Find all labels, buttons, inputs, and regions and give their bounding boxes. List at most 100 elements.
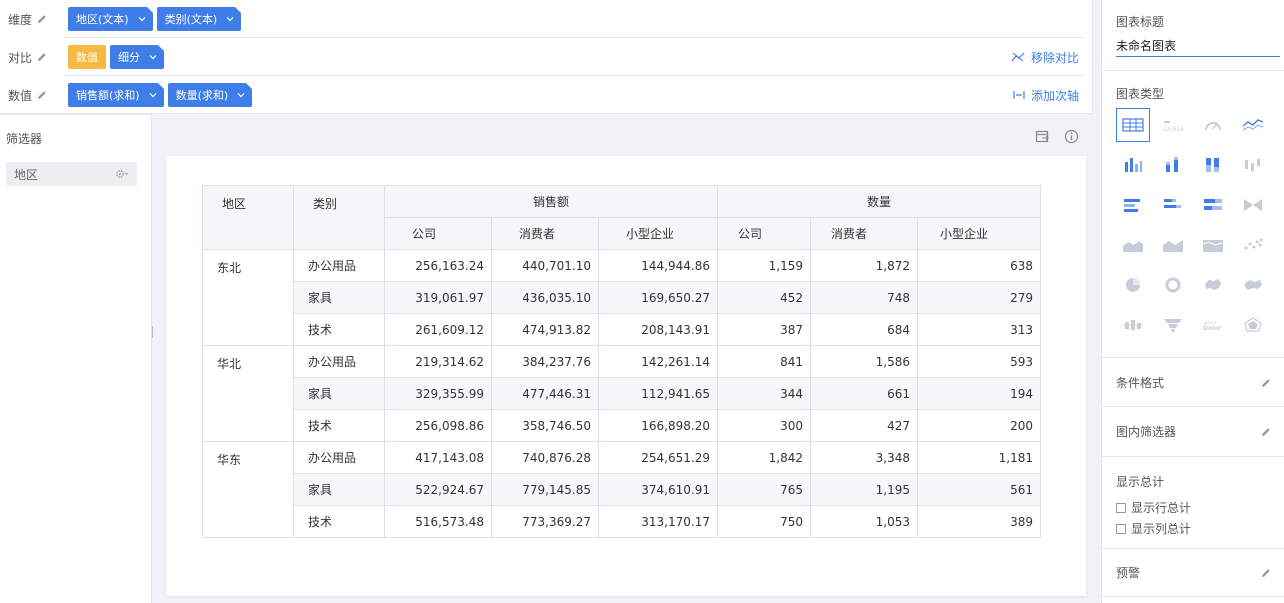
chart-title-label: 图表标题 <box>1116 15 1165 29</box>
inner-filter-row[interactable]: 图内筛选器 <box>1116 423 1272 440</box>
stacked-column-icon <box>1166 157 1178 172</box>
gear-icon[interactable] <box>115 168 129 180</box>
value-cell: 389 <box>917 505 1041 538</box>
chart-type-option[interactable] <box>1116 308 1150 342</box>
show-total-label: 显示总计 <box>1116 475 1165 489</box>
chip-region[interactable]: 地区(文本) <box>68 7 153 31</box>
remove-compare-label: 移除对比 <box>1030 50 1079 65</box>
value-cell: 384,237.76 <box>491 345 599 378</box>
checkbox[interactable] <box>1116 523 1126 534</box>
show-col-total-option[interactable]: 显示列总计 <box>1116 520 1191 537</box>
header-region: 地区 <box>202 185 294 250</box>
chip-quantity-sum[interactable]: 数量(求和) <box>167 83 253 107</box>
edit-pencil-icon[interactable] <box>1260 426 1272 438</box>
filter-item-region[interactable]: 地区 <box>6 162 137 186</box>
value-cell: 194 <box>917 377 1041 410</box>
value-cell: 779,145.85 <box>491 473 599 506</box>
value-cell: 684 <box>810 313 918 346</box>
chart-type-option[interactable] <box>1116 148 1150 182</box>
funnel-icon <box>1164 319 1182 332</box>
chip-sales-sum[interactable]: 销售额(求和) <box>68 83 164 107</box>
compare-row: 对比 数值 细分 移除对比 <box>0 38 1093 76</box>
value-cell: 1,842 <box>717 441 811 474</box>
chart-type-option[interactable] <box>1196 228 1230 262</box>
dimension-row: 维度 地区(文本) 类别(文本) <box>0 0 1093 38</box>
show-row-total-option[interactable]: 显示行总计 <box>1116 499 1191 516</box>
chart-type-option[interactable] <box>1116 228 1150 262</box>
value-cell: 1,195 <box>810 473 918 506</box>
filter-item-label: 地区 <box>14 167 39 182</box>
chart-type-option[interactable] <box>1156 268 1190 302</box>
table-row: 技术 261,609.12 474,913.82 208,143.91 387 684 31… <box>203 313 1041 346</box>
value-cell: 256,098.86 <box>384 409 492 442</box>
chart-type-option[interactable] <box>1236 148 1270 182</box>
checkbox[interactable] <box>1116 502 1126 513</box>
header-sub: 公司 <box>717 217 811 250</box>
chart-type-option[interactable] <box>1156 188 1190 222</box>
chart-type-option[interactable] <box>1196 108 1230 142</box>
chart-type-option[interactable] <box>1236 268 1270 302</box>
chip-label: 数值 <box>76 51 98 64</box>
chart-type-option[interactable] <box>1116 268 1150 302</box>
table-row: 华东 办公用品 417,143.08 740,876.28 254,651.29 1,84… <box>202 441 1041 538</box>
chip-category[interactable]: 类别(文本) <box>156 7 242 31</box>
edit-pencil-icon[interactable] <box>36 13 48 25</box>
measure-label-wrap: 数值 <box>8 87 48 104</box>
header-sub: 消费者 <box>491 217 599 250</box>
chip-values[interactable]: 数值 <box>68 45 106 69</box>
edit-pencil-icon[interactable] <box>1260 567 1272 579</box>
bar-icon <box>1124 199 1140 212</box>
chart-type-option[interactable] <box>1196 268 1230 302</box>
chip-segment[interactable]: 细分 <box>110 45 164 69</box>
percent-bar-icon <box>1204 199 1222 210</box>
header-sub: 小型企业 <box>917 217 1041 250</box>
value-cell: 765 <box>717 473 811 506</box>
chart-type-option[interactable] <box>1236 108 1270 142</box>
conditional-format-row[interactable]: 条件格式 <box>1116 374 1272 391</box>
export-icon[interactable] <box>1035 129 1050 144</box>
chart-type-option[interactable] <box>1156 308 1190 342</box>
add-secondary-axis-button[interactable]: 添加次轴 <box>1013 87 1079 104</box>
pivot-table: 地区 类别 销售额 数量 公司 消费者 小型企业 公司 消费者 小型企业 东北办… <box>202 185 1041 538</box>
category-cell: 办公用品 <box>293 345 385 378</box>
chart-type-option[interactable] <box>1116 108 1150 142</box>
value-cell: 344 <box>717 377 811 410</box>
chart-type-option[interactable] <box>1196 188 1230 222</box>
table-card: 地区 类别 销售额 数量 公司 消费者 小型企业 公司 消费者 小型企业 东北办… <box>166 156 1086 596</box>
kpi-number-icon: 12,614 <box>1163 121 1184 133</box>
edit-pencil-icon[interactable] <box>36 51 48 63</box>
chart-type-option[interactable] <box>1156 228 1190 262</box>
alert-row[interactable]: 预警 <box>1116 564 1272 581</box>
value-cell: 374,610.91 <box>598 473 718 506</box>
chart-type-option[interactable] <box>1236 228 1270 262</box>
bowtie-icon <box>1244 199 1262 211</box>
remove-compare-button[interactable]: 移除对比 <box>1011 49 1079 66</box>
value-cell: 329,355.99 <box>384 377 492 410</box>
edit-pencil-icon[interactable] <box>1260 377 1272 389</box>
chart-type-option[interactable] <box>1236 308 1270 342</box>
value-cell: 254,651.29 <box>598 441 718 474</box>
chart-type-option[interactable] <box>1116 188 1150 222</box>
chevron-down-icon <box>149 55 157 60</box>
value-cell: 219,314.62 <box>384 345 492 378</box>
chart-title-input[interactable]: 未命名图表 <box>1116 37 1280 57</box>
info-icon[interactable] <box>1064 129 1079 144</box>
value-cell: 1,181 <box>917 441 1041 474</box>
chart-type-option[interactable] <box>1156 148 1190 182</box>
value-cell: 561 <box>917 473 1041 506</box>
value-cell: 522,924.67 <box>384 473 492 506</box>
chart-type-option[interactable] <box>1196 148 1230 182</box>
edit-pencil-icon[interactable] <box>36 89 48 101</box>
chart-type-option[interactable] <box>1236 188 1270 222</box>
measure-label: 数值 <box>8 88 33 103</box>
table-row: 技术 516,573.48 773,369.27 313,170.17 750 1,053… <box>203 505 1041 538</box>
chart-type-option[interactable]: 12,614 <box>1156 108 1190 142</box>
value-cell: 358,746.50 <box>491 409 599 442</box>
category-cell: 家具 <box>293 377 385 410</box>
value-cell: 773,369.27 <box>491 505 599 538</box>
value-cell: 256,163.24 <box>384 249 492 282</box>
category-cell: 技术 <box>293 505 385 538</box>
pie-icon <box>1126 278 1140 292</box>
chart-type-option[interactable]: ipsum Dolor <box>1196 308 1230 342</box>
value-cell: 440,701.10 <box>491 249 599 282</box>
